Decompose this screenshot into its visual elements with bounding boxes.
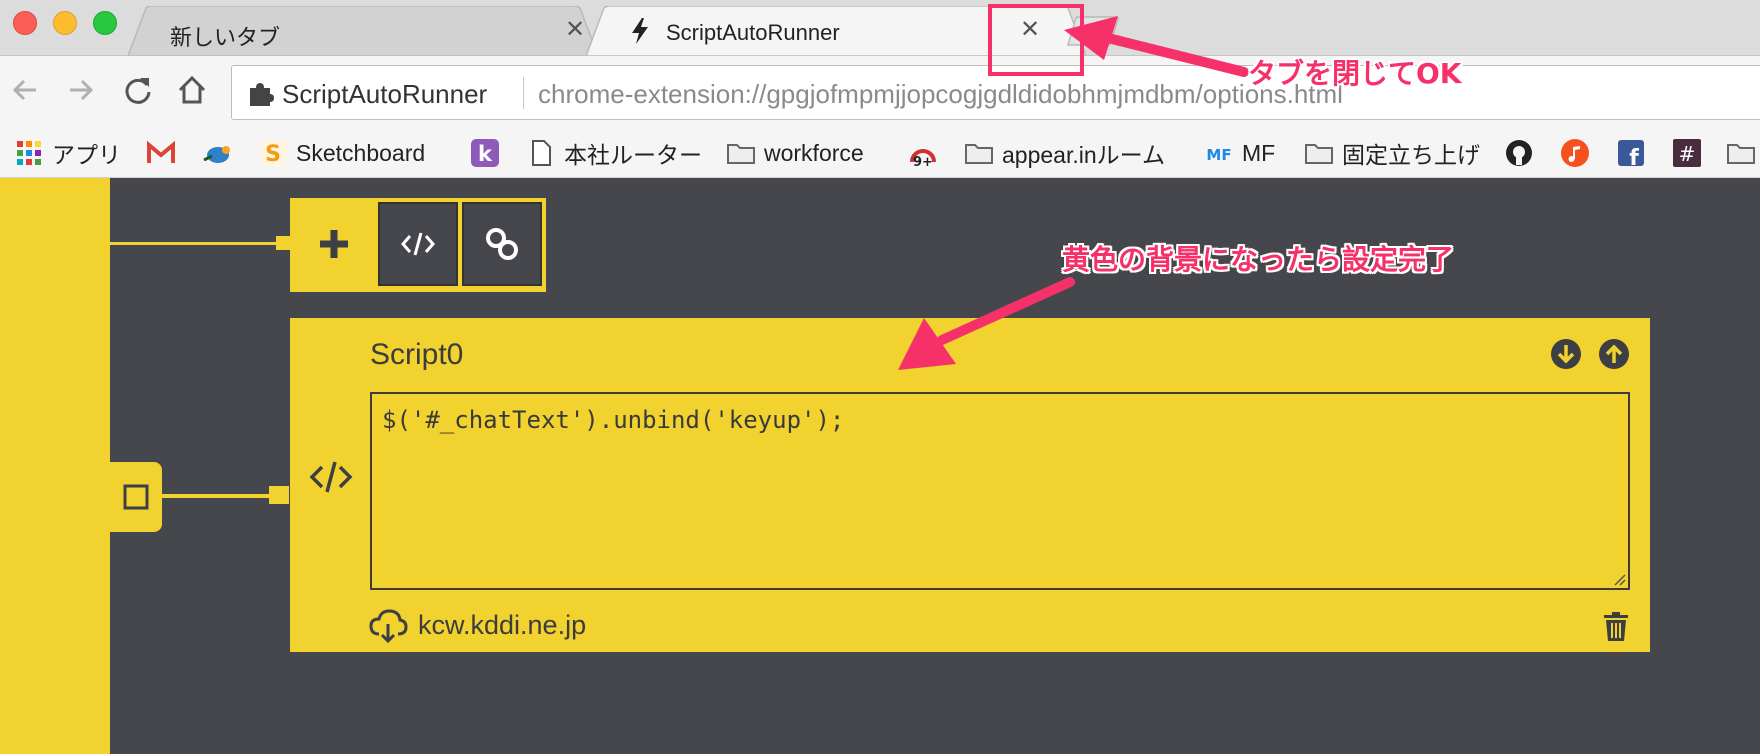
code-icon (309, 461, 353, 493)
bookmark-label: アプリ (52, 142, 121, 168)
close-tab-highlight (988, 4, 1084, 76)
svg-text:f: f (1629, 146, 1639, 168)
add-link-button[interactable] (462, 202, 542, 286)
bolt-icon (632, 18, 648, 44)
add-toolbar (290, 198, 546, 292)
script-code: $('#_chatText').unbind('keyup'); (382, 406, 845, 434)
omnibox-separator (523, 77, 524, 109)
bookmark-fixed-launch[interactable]: 固定立ち上げ (1304, 138, 1480, 168)
tab-new-tab[interactable]: 新しいタブ ✕ (128, 6, 598, 56)
annotation-yellow-done: 黄色の背景になったら設定完了 (1062, 243, 1455, 276)
folder-icon (727, 144, 755, 164)
bookmark-label: MF (1242, 139, 1276, 166)
cloud-download-icon (369, 609, 408, 644)
bookmark-mf[interactable]: MF MF (1204, 138, 1275, 168)
bookmark-k[interactable]: k (470, 138, 500, 168)
bookmark-workforce[interactable]: workforce (726, 138, 864, 168)
tab-strip: 新しいタブ ✕ ScriptAutoRunner ✕ (0, 0, 1760, 56)
connector-joint (276, 236, 290, 250)
home-icon[interactable] (172, 70, 212, 110)
script-code-editor[interactable]: $('#_chatText').unbind('keyup'); (370, 392, 1630, 590)
square-icon (123, 484, 149, 510)
tab-close-button[interactable]: ✕ (562, 17, 588, 43)
arrow-down-circle-icon[interactable] (1550, 338, 1582, 370)
annotation-close-tab: タブを閉じてOK (1248, 57, 1462, 90)
nine-plus-icon: 9+ (910, 149, 936, 168)
folder-icon (965, 144, 993, 164)
gmail-icon (147, 140, 175, 163)
sketchboard-icon: S (260, 140, 286, 167)
script-name[interactable]: Script0 (370, 338, 463, 372)
resize-grip-icon[interactable] (1612, 572, 1626, 586)
browser-toolbar: ScriptAutoRunner chrome-extension://gpgj… (0, 56, 1760, 128)
add-code-button[interactable] (378, 202, 458, 286)
github-icon (1506, 140, 1532, 166)
connector-line (160, 494, 270, 498)
window-zoom-button[interactable] (93, 11, 117, 35)
bookmark-label: appear.inルーム (1002, 142, 1165, 168)
reload-icon[interactable] (118, 70, 158, 110)
trash-icon[interactable] (1602, 610, 1630, 642)
bookmark-github[interactable] (1504, 138, 1534, 168)
bookmark-router[interactable]: 本社ルーター (526, 138, 702, 168)
svg-text:9+: 9+ (913, 155, 933, 168)
bookmark-label: 固定立ち上げ (1342, 142, 1480, 168)
k-icon: k (471, 139, 499, 167)
window-close-button[interactable] (13, 11, 37, 35)
puzzle-piece-icon (250, 83, 274, 106)
plus-icon (320, 230, 348, 258)
bookmark-music[interactable] (1560, 138, 1590, 168)
bookmark-apps[interactable]: アプリ (14, 138, 121, 168)
options-page: Script0 $('#_chatText').unbind('keyup');… (0, 178, 1760, 754)
bookmark-sketchboard[interactable]: S Sketchboard (258, 138, 425, 168)
bookmark-bird[interactable] (202, 138, 232, 168)
extension-name: ScriptAutoRunner (282, 79, 488, 109)
tab-title: 新しいタブ (170, 25, 281, 50)
script-toggle[interactable] (110, 462, 162, 532)
arrow-up-circle-icon[interactable] (1598, 338, 1630, 370)
bookmark-gmail[interactable] (146, 138, 176, 168)
bookmark-label: Sketchboard (296, 139, 426, 166)
svg-text:#: # (1679, 142, 1696, 166)
bookmark-facebook[interactable]: f (1616, 138, 1646, 168)
apps-grid-icon (17, 141, 41, 165)
code-icon (401, 232, 435, 256)
script-card: Script0 $('#_chatText').unbind('keyup');… (290, 318, 1650, 652)
facebook-icon: f (1618, 140, 1644, 168)
svg-text:MF: MF (1206, 146, 1231, 164)
connector-line (110, 242, 280, 245)
yellow-rail (0, 178, 110, 754)
tab-title: ScriptAutoRunner (666, 20, 840, 45)
add-script-button[interactable] (294, 202, 374, 286)
forward-arrow-icon[interactable] (60, 70, 100, 110)
bird-icon (203, 146, 230, 163)
mf-icon: MF (1206, 146, 1231, 164)
hash-icon: # (1673, 139, 1701, 167)
back-arrow-icon[interactable] (6, 70, 46, 110)
bookmark-label: workforce (764, 139, 864, 166)
link-icon (486, 228, 518, 260)
music-icon (1561, 139, 1589, 167)
bookmark-appear-in[interactable]: appear.inルーム (964, 138, 1165, 168)
bookmark-folder-more[interactable] (1726, 138, 1756, 168)
bookmark-slack[interactable]: # (1672, 138, 1702, 168)
folder-icon (1727, 144, 1755, 164)
window-minimize-button[interactable] (53, 11, 77, 35)
svg-text:k: k (478, 142, 493, 166)
svg-text:S: S (265, 142, 281, 167)
folder-icon (1305, 144, 1333, 164)
connector-joint (269, 486, 289, 504)
bookmark-label: 本社ルーター (564, 142, 702, 168)
page-icon (532, 140, 551, 166)
script-host[interactable]: kcw.kddi.ne.jp (418, 610, 586, 641)
bookmarks-bar: アプリ S Sketchboard k 本社ルーター workforce 9+ … (0, 128, 1760, 178)
url-text[interactable]: chrome-extension://gpgjofmpmjjopcogjgdld… (538, 79, 1343, 110)
bookmark-nine-plus[interactable]: 9+ (908, 138, 938, 168)
